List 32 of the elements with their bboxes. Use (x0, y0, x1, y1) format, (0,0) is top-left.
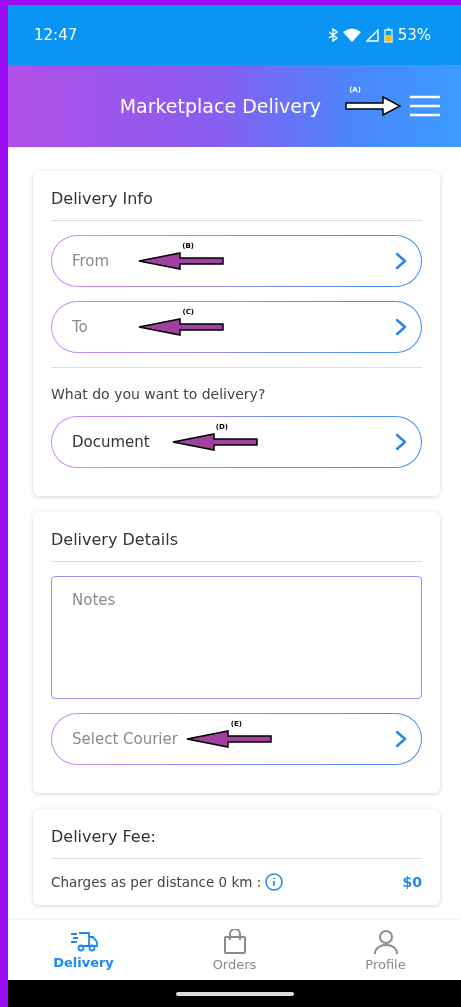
clock: 12:47 (34, 26, 78, 44)
battery-percent: 53% (397, 26, 431, 44)
bluetooth-icon (327, 28, 338, 42)
chevron-right-icon (395, 730, 407, 748)
info-icon[interactable] (265, 873, 284, 891)
battery-icon (383, 27, 393, 43)
chevron-right-icon (395, 318, 407, 336)
card-title: Delivery Info (51, 189, 422, 221)
annotation-arrow-icon (138, 252, 224, 270)
wifi-icon (342, 28, 361, 42)
annotation-arrow-icon (138, 318, 224, 336)
question-text: What do you want to delivery? (51, 386, 267, 402)
fee-value: $0 (402, 874, 422, 890)
menu-icon[interactable] (409, 95, 441, 117)
fee-label: Charges as per distance 0 km : (51, 874, 262, 890)
annotation-arrow-icon (185, 730, 272, 748)
nav-tab[interactable]: Profile (310, 920, 461, 980)
notes-field[interactable]: Notes (51, 576, 422, 699)
chevron-right-icon (395, 252, 407, 270)
person-icon (372, 928, 399, 955)
signal-icon (365, 28, 379, 42)
bag-icon (222, 928, 247, 955)
nav-tab[interactable]: Delivery (8, 920, 159, 980)
annotation-arrow-icon (345, 96, 401, 116)
home-indicator[interactable] (175, 991, 294, 996)
annotation-arrow-icon (172, 433, 258, 451)
app-title: Marketplace Delivery (119, 95, 321, 117)
truck-icon (69, 930, 98, 953)
nav-tab[interactable]: Orders (159, 920, 310, 980)
chevron-right-icon (395, 433, 407, 451)
card-title: Delivery Details (51, 530, 422, 562)
card-title: Delivery Fee: (51, 827, 422, 859)
